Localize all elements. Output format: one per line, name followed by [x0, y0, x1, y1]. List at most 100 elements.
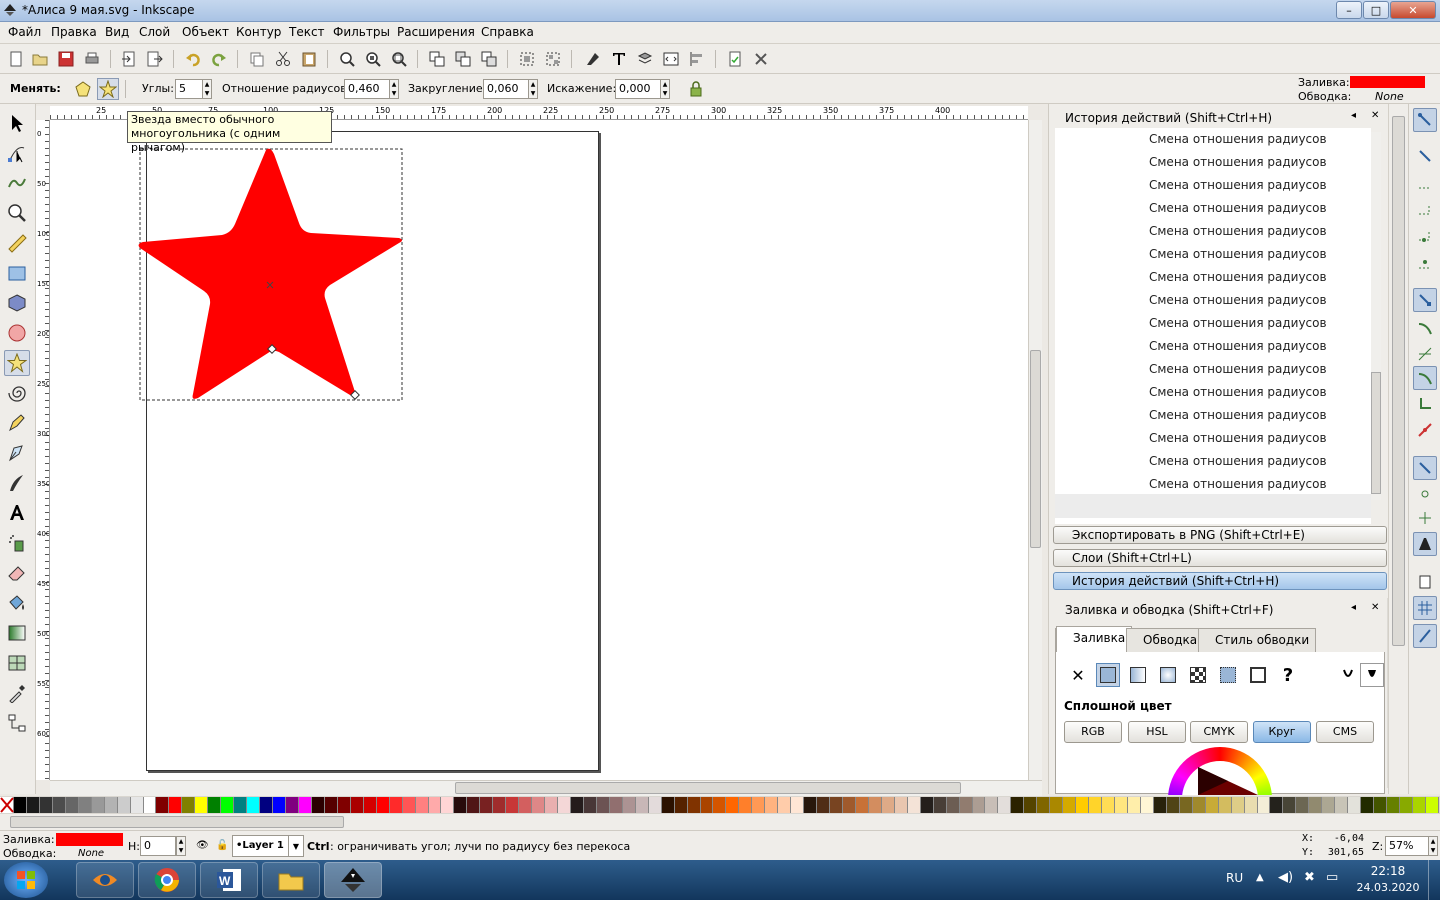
star-tool-icon[interactable] — [4, 350, 30, 376]
node-tool-icon[interactable] — [4, 140, 30, 166]
palette-swatch[interactable] — [506, 797, 520, 813]
palette-swatch[interactable] — [14, 797, 27, 813]
palette-swatch[interactable] — [1425, 797, 1439, 813]
palette-swatch[interactable] — [920, 797, 934, 813]
palette-swatch[interactable] — [1089, 797, 1103, 813]
layer-lock-icon[interactable]: 🔓 — [216, 840, 228, 851]
palette-swatch[interactable] — [674, 797, 688, 813]
history-list[interactable]: Смена отношения радиусов Смена отношения … — [1055, 128, 1371, 524]
palette-swatch[interactable] — [1361, 797, 1375, 813]
snap-nodes-icon[interactable] — [1413, 288, 1437, 312]
corners-input[interactable]: 5 — [175, 79, 203, 99]
palette-swatch[interactable] — [65, 797, 79, 813]
palette-none-swatch[interactable] — [0, 797, 14, 813]
palette-swatch[interactable] — [1218, 797, 1232, 813]
snap-object-center-icon[interactable] — [1413, 482, 1437, 506]
history-item[interactable]: Смена отношения радиусов — [1149, 408, 1327, 422]
snap-paths-icon[interactable] — [1413, 316, 1437, 340]
history-item[interactable]: Смена отношения радиусов — [1149, 270, 1327, 284]
panel-close-icon[interactable]: ✕ — [1371, 110, 1379, 121]
ungroup-icon[interactable] — [542, 48, 564, 70]
palette-swatch[interactable] — [1205, 797, 1219, 813]
dock-scrollbar[interactable] — [1388, 104, 1408, 794]
palette-swatch[interactable] — [1387, 797, 1400, 813]
palette-swatch[interactable] — [1335, 797, 1349, 813]
corners-stepper[interactable]: ▲ ▼ — [202, 79, 212, 99]
ratio-input[interactable]: 0,460 — [344, 79, 390, 99]
pen-tool-icon[interactable] — [4, 440, 30, 466]
fill-indicator-swatch[interactable] — [1350, 76, 1425, 88]
palette-swatch[interactable] — [1063, 797, 1077, 813]
pencil-tool-icon[interactable] — [4, 410, 30, 436]
zoom-selection-icon[interactable] — [336, 48, 358, 70]
vscroll-thumb[interactable] — [1030, 350, 1041, 548]
palette-swatch[interactable] — [195, 797, 209, 813]
menu-text[interactable]: Текст — [289, 25, 325, 39]
taskbar-word-icon[interactable]: W — [200, 862, 258, 898]
palette-swatch[interactable] — [700, 797, 714, 813]
history-item[interactable]: Смена отношения радиусов — [1149, 477, 1327, 491]
palette-swatch[interactable] — [894, 797, 908, 813]
gradient-tool-icon[interactable] — [4, 620, 30, 646]
palette-swatch[interactable] — [1179, 797, 1193, 813]
history-panel-tab[interactable]: История действий (Shift+Ctrl+H) — [1053, 572, 1387, 590]
pattern-button[interactable] — [1186, 663, 1210, 687]
history-item[interactable]: Смена отношения радиусов — [1149, 247, 1327, 261]
palette-swatch[interactable] — [1166, 797, 1180, 813]
tab-stroke-style[interactable]: Стиль обводки — [1198, 628, 1317, 652]
calligraphy-tool-icon[interactable] — [4, 470, 30, 496]
hsl-mode-button[interactable]: HSL — [1128, 721, 1186, 743]
palette-swatch[interactable] — [39, 797, 53, 813]
print-icon[interactable] — [81, 48, 103, 70]
mesh-fill-button[interactable] — [1246, 663, 1270, 687]
drawing-canvas[interactable] — [50, 120, 1028, 780]
history-item[interactable]: Смена отношения радиусов — [1149, 293, 1327, 307]
taskbar-inkscape-icon[interactable] — [324, 862, 382, 898]
snap-others-icon[interactable] — [1413, 456, 1437, 480]
palette-swatch[interactable] — [765, 797, 779, 813]
dropper-tool-icon[interactable] — [4, 680, 30, 706]
rounding-stepper[interactable]: ▲ ▼ — [528, 79, 538, 99]
palette-swatch[interactable] — [454, 797, 468, 813]
cut-icon[interactable] — [272, 48, 294, 70]
snap-text-baseline-icon[interactable] — [1413, 532, 1437, 556]
linear-gradient-button[interactable] — [1126, 663, 1150, 687]
layer-visibility-icon[interactable]: 👁 — [196, 840, 209, 851]
zoom-input[interactable]: 57% — [1385, 836, 1429, 856]
open-folder-icon[interactable] — [29, 48, 51, 70]
history-item[interactable]: Смена отношения радиусов — [1149, 178, 1327, 192]
taskbar-app-eye-icon[interactable] — [76, 862, 134, 898]
layer-dropdown-arrow-icon[interactable]: ▼ — [288, 835, 304, 857]
history-item[interactable]: Смена отношения радиусов — [1149, 201, 1327, 215]
text-tool-icon[interactable] — [4, 500, 30, 526]
spiral-tool-icon[interactable] — [4, 380, 30, 406]
palette-swatch[interactable] — [1399, 797, 1413, 813]
new-document-icon[interactable] — [5, 48, 27, 70]
status-fill-swatch[interactable] — [56, 833, 123, 846]
palette-swatch[interactable] — [156, 797, 170, 813]
palette-swatch[interactable] — [1257, 797, 1271, 813]
group-icon[interactable] — [516, 48, 538, 70]
measure-tool-icon[interactable] — [4, 230, 30, 256]
palette-swatch[interactable] — [596, 797, 610, 813]
no-paint-button[interactable]: ✕ — [1066, 663, 1090, 687]
spray-tool-icon[interactable] — [4, 530, 30, 556]
palette-swatch[interactable] — [1050, 797, 1064, 813]
palette-swatch[interactable] — [337, 797, 351, 813]
palette-swatch[interactable] — [985, 797, 999, 813]
palette-swatch[interactable] — [583, 797, 597, 813]
menu-view[interactable]: Вид — [105, 25, 129, 39]
text-font-icon[interactable] — [608, 48, 630, 70]
cmyk-mode-button[interactable]: CMYK — [1190, 721, 1248, 743]
distortion-stepper[interactable]: ▲ ▼ — [660, 79, 670, 99]
palette-swatch[interactable] — [1037, 797, 1051, 813]
taskbar-chrome-icon[interactable] — [138, 862, 196, 898]
unlink-clone-icon[interactable] — [478, 48, 500, 70]
polygon-mode-icon[interactable] — [72, 78, 94, 100]
layers-icon[interactable] — [634, 48, 656, 70]
menu-file[interactable]: Файл — [8, 25, 41, 39]
palette-swatch[interactable] — [881, 797, 895, 813]
palette-swatch[interactable] — [467, 797, 481, 813]
duplicate-icon[interactable] — [426, 48, 448, 70]
palette-swatch[interactable] — [78, 797, 92, 813]
